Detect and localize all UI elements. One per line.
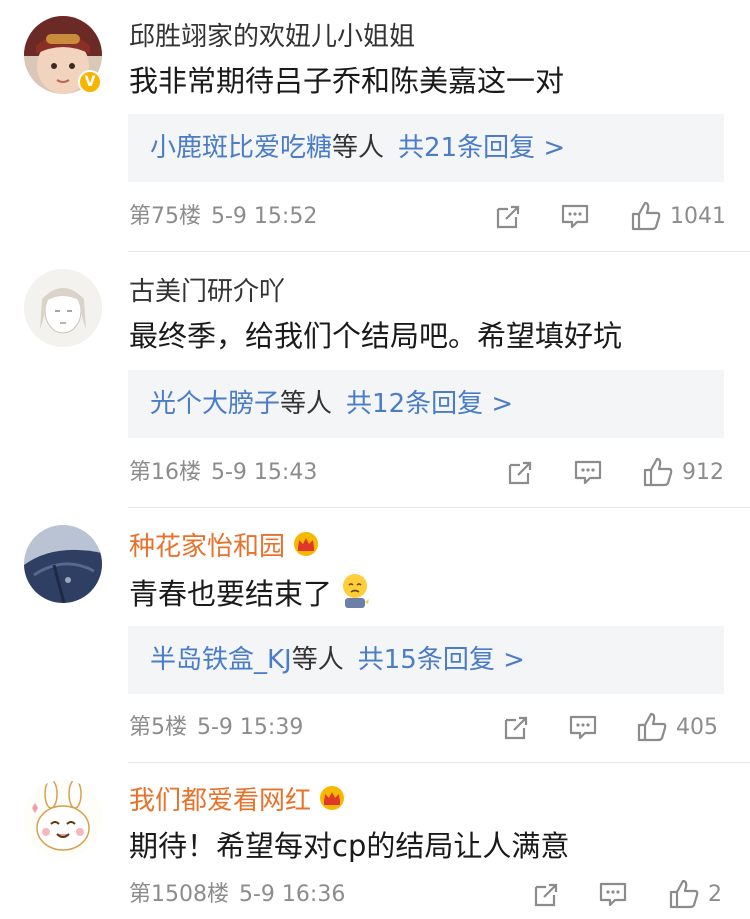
comment-meta: 第1508楼 5-9 16:36 [129, 880, 345, 910]
comment-meta: 第16楼 5-9 15:43 [129, 458, 317, 488]
like-button[interactable]: 1041 [630, 200, 726, 232]
reply-user-link[interactable]: 光个大膀子 [150, 389, 280, 419]
comment-meta: 第5楼 5-9 15:39 [129, 713, 303, 743]
share-icon [532, 881, 560, 909]
share-icon [502, 714, 530, 742]
like-icon [668, 878, 700, 910]
reply-count-link[interactable]: 共21条回复 > [398, 133, 565, 163]
replies-box[interactable]: 小鹿斑比爱吃糖等人 共21条回复 > [128, 114, 724, 182]
avatar[interactable] [24, 780, 102, 858]
comment-item: 古美门研介吖 最终季，给我们个结局吧。希望填好坑 光个大膀子等人 共12条回复 >… [0, 253, 750, 508]
comment-icon [598, 881, 628, 909]
username[interactable]: 种花家怡和园 [129, 530, 321, 566]
comment-meta: 第75楼 5-9 15:52 [129, 202, 317, 232]
timestamp: 5-9 15:43 [211, 460, 318, 485]
reply-button[interactable] [598, 881, 628, 909]
floor-number: 第16楼 [129, 460, 201, 485]
reply-button[interactable] [573, 459, 603, 487]
username[interactable]: 我们都爱看网红 [129, 784, 347, 820]
comment-text-content: 青春也要结束了 [129, 577, 333, 611]
comment-list: V 邱胜翊家的欢妞儿小姐姐 我非常期待吕子乔和陈美嘉这一对 小鹿斑比爱吃糖等人共… [0, 0, 750, 919]
comment-icon [573, 459, 603, 487]
comment-icon [560, 203, 590, 231]
replies-box[interactable]: 光个大膀子等人 共12条回复 > [128, 370, 724, 438]
divider [128, 762, 750, 763]
comment-text: 青春也要结束了 [129, 572, 372, 619]
share-button[interactable] [506, 459, 534, 487]
like-count: 2 [708, 881, 722, 907]
share-button[interactable] [502, 714, 530, 742]
avatar[interactable] [24, 269, 102, 347]
reply-count-link[interactable]: 共12条回复 > [346, 389, 513, 419]
floor-number: 第1508楼 [129, 882, 229, 907]
reply-count-link[interactable]: 共15条回复 > [358, 645, 525, 675]
reply-user-link[interactable]: 小鹿斑比爱吃糖 [150, 133, 332, 163]
comment-item: V 邱胜翊家的欢妞儿小姐姐 我非常期待吕子乔和陈美嘉这一对 小鹿斑比爱吃糖等人共… [0, 0, 750, 252]
divider [128, 251, 750, 252]
share-button[interactable] [532, 881, 560, 909]
reply-suffix: 等人 [332, 133, 385, 163]
like-icon [636, 711, 668, 743]
username-text: 种花家怡和园 [129, 532, 286, 562]
like-count: 912 [682, 459, 724, 485]
divider [128, 507, 750, 508]
share-icon [506, 459, 534, 487]
reply-button[interactable] [560, 203, 590, 231]
reply-suffix: 等人 [291, 645, 344, 675]
timestamp: 5-9 15:39 [197, 715, 304, 740]
like-button[interactable]: 912 [642, 456, 724, 488]
avatar[interactable] [24, 525, 102, 603]
floor-number: 第5楼 [129, 715, 187, 740]
verified-badge: V [78, 70, 102, 94]
sad-emoji [338, 572, 372, 619]
reply-button[interactable] [568, 714, 598, 742]
floor-number: 第75楼 [129, 204, 201, 229]
timestamp: 5-9 15:52 [211, 204, 318, 229]
crown-icon [317, 785, 347, 820]
like-button[interactable]: 2 [668, 878, 722, 910]
share-icon [494, 203, 522, 231]
like-icon [642, 456, 674, 488]
username[interactable]: 古美门研介吖 [129, 275, 285, 309]
comment-item: 我们都爱看网红 期待！希望每对cp的结局让人满意 第1508楼 5-9 16:36… [0, 764, 750, 919]
like-icon [630, 200, 662, 232]
timestamp: 5-9 16:36 [239, 882, 346, 907]
comment-icon [568, 714, 598, 742]
comment-text: 最终季，给我们个结局吧。希望填好坑 [129, 319, 623, 353]
username[interactable]: 邱胜翊家的欢妞儿小姐姐 [129, 20, 415, 54]
replies-box[interactable]: 半岛铁盒_KJ等人 共15条回复 > [128, 626, 724, 694]
reply-user-link[interactable]: 半岛铁盒_KJ [150, 645, 292, 675]
share-button[interactable] [494, 203, 522, 231]
reply-suffix: 等人 [280, 389, 333, 419]
comment-text: 期待！希望每对cp的结局让人满意 [129, 829, 570, 863]
like-button[interactable]: 405 [636, 711, 718, 743]
like-count: 405 [676, 714, 718, 740]
comment-item: 种花家怡和园 青春也要结束了 半岛铁盒_KJ等人 共15条回复 > 第5楼 5-9 … [0, 509, 750, 763]
crown-icon [291, 531, 321, 566]
username-text: 我们都爱看网红 [129, 786, 312, 816]
like-count: 1041 [670, 203, 726, 229]
comment-text: 我非常期待吕子乔和陈美嘉这一对 [129, 64, 565, 98]
